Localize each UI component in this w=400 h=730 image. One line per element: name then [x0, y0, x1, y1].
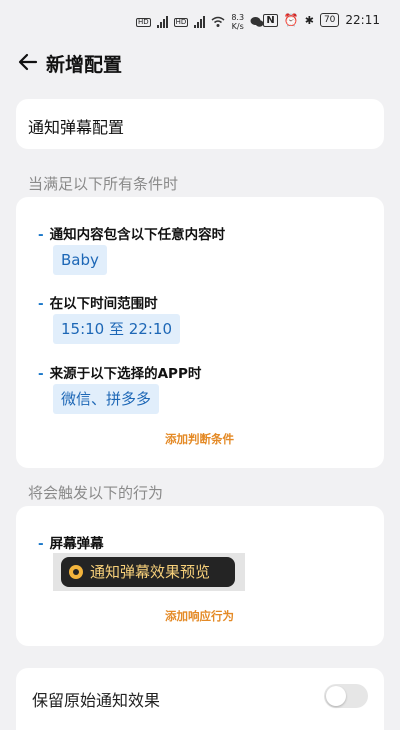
nfc-icon: N — [263, 13, 278, 27]
condition-time-chip[interactable]: 15:10 至 22:10 — [53, 314, 180, 344]
config-name-card[interactable]: 通知弹幕配置 — [16, 99, 384, 149]
actions-card: - 屏幕弹幕 通知弹幕效果预览 添加响应行为 — [16, 506, 384, 646]
top-bar: 新增配置 — [0, 44, 400, 84]
add-condition-link[interactable]: 添加判断条件 — [165, 431, 234, 447]
condition-app-title[interactable]: - 来源于以下选择的APP时 — [38, 362, 201, 382]
battery-icon: 70 — [319, 13, 340, 27]
bluetooth-icon: ✱ — [304, 13, 314, 27]
signal-icon-2 — [194, 16, 206, 28]
conditions-section-label: 当满足以下所有条件时 — [28, 175, 179, 193]
signal-icon-1 — [156, 16, 168, 28]
network-speed: 8.3 K/s — [231, 13, 245, 31]
hd-badge-2: HD — [173, 17, 189, 27]
alarm-icon: ⏰ — [283, 13, 299, 27]
danmaku-preview-text: 通知弹幕效果预览 — [90, 563, 211, 581]
dash-marker: - — [38, 227, 44, 243]
wifi-icon — [211, 16, 225, 27]
danmaku-preview: 通知弹幕效果预览 — [61, 557, 235, 587]
dash-marker: - — [38, 296, 44, 312]
keep-original-label: 保留原始通知效果 — [32, 691, 161, 710]
conditions-card: - 通知内容包含以下任意内容时 Baby - 在以下时间范围时 15:10 至 22… — [16, 197, 384, 468]
clock: 22:11 — [345, 13, 380, 27]
danmaku-bullet-icon — [69, 565, 83, 579]
dash-marker: - — [38, 536, 44, 552]
keep-original-toggle[interactable] — [324, 684, 368, 708]
condition-time-title[interactable]: - 在以下时间范围时 — [38, 292, 158, 312]
condition-app-chip[interactable]: 微信、拼多多 — [53, 384, 160, 414]
status-bar: HD HD 8.3 K/s N ⏰ ✱ 70 22:11 — [0, 0, 400, 44]
actions-section-label: 将会触发以下的行为 — [28, 484, 164, 502]
page-title: 新增配置 — [46, 54, 123, 76]
wechat-icon — [250, 17, 264, 27]
dash-marker: - — [38, 366, 44, 382]
back-arrow-icon[interactable] — [16, 50, 40, 74]
danmaku-preview-area[interactable]: 通知弹幕效果预览 — [53, 553, 245, 591]
condition-content-title[interactable]: - 通知内容包含以下任意内容时 — [38, 223, 225, 243]
condition-content-chip[interactable]: Baby — [53, 245, 107, 275]
keep-original-card: 保留原始通知效果 — [16, 668, 384, 730]
action-danmaku-title[interactable]: - 屏幕弹幕 — [38, 532, 104, 552]
config-name: 通知弹幕配置 — [28, 118, 125, 137]
add-action-link[interactable]: 添加响应行为 — [165, 608, 234, 624]
hd-badge-1: HD — [136, 17, 151, 27]
